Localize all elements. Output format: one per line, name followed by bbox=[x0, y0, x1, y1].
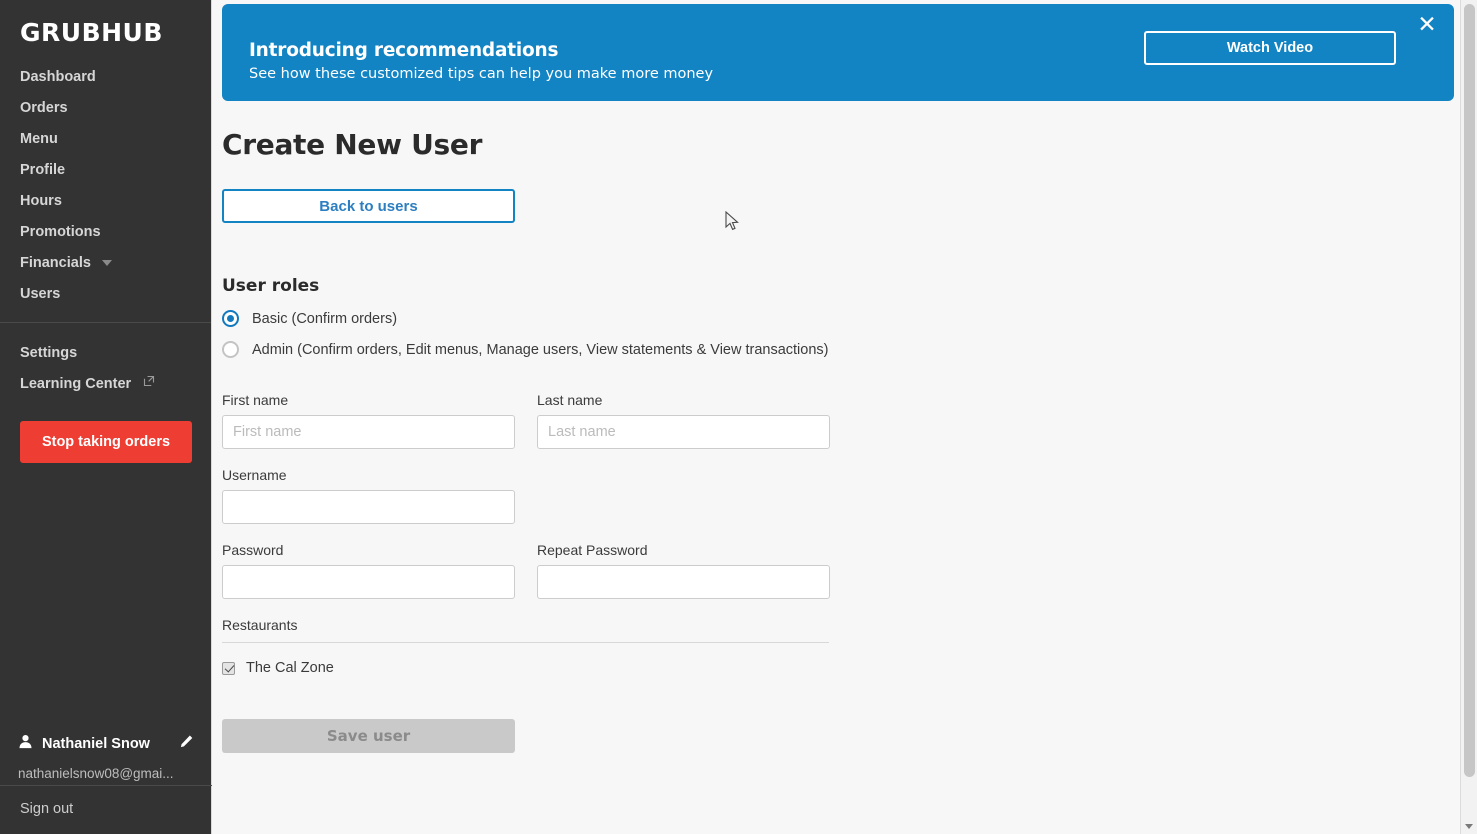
role-option-basic[interactable]: Basic (Confirm orders) bbox=[222, 310, 1452, 327]
create-user-form: Create New User Back to users User roles… bbox=[222, 110, 1452, 753]
username-row: Username bbox=[222, 467, 829, 524]
user-fields: First name Last name Username bbox=[222, 392, 830, 599]
vertical-scrollbar[interactable] bbox=[1460, 0, 1477, 834]
grubhub-logo: GRUBHUB bbox=[20, 18, 163, 47]
password-input[interactable] bbox=[222, 565, 515, 599]
sidebar-item-learning-center[interactable]: Learning Center bbox=[0, 368, 211, 399]
page-title: Create New User bbox=[222, 128, 483, 161]
user-name: Nathaniel Snow bbox=[42, 736, 150, 752]
main-content: Introducing recommendations See how thes… bbox=[213, 0, 1460, 834]
back-to-users-button[interactable]: Back to users bbox=[222, 189, 515, 223]
external-link-icon bbox=[143, 375, 155, 391]
restaurants-divider bbox=[222, 642, 829, 643]
role-label-admin: Admin (Confirm orders, Edit menus, Manag… bbox=[252, 341, 829, 358]
first-name-input[interactable] bbox=[222, 415, 515, 449]
radio-basic[interactable] bbox=[222, 310, 239, 327]
sidebar-primary-nav: Dashboard Orders Menu Profile Hours Prom… bbox=[0, 61, 211, 309]
sidebar-divider bbox=[0, 322, 211, 323]
radio-admin[interactable] bbox=[222, 341, 239, 358]
sidebar-item-label: Profile bbox=[20, 161, 66, 178]
sidebar-secondary-nav: Settings Learning Center bbox=[0, 337, 211, 399]
recommendations-banner: Introducing recommendations See how thes… bbox=[222, 4, 1454, 101]
sidebar-item-profile[interactable]: Profile bbox=[0, 154, 211, 185]
sign-out-link[interactable]: Sign out bbox=[20, 801, 73, 817]
signout-container: Sign out bbox=[0, 785, 212, 834]
password-label: Password bbox=[222, 542, 284, 558]
sidebar-user-block: Nathaniel Snow nathanielsnow08@gmai... bbox=[0, 734, 212, 781]
restaurant-label: The Cal Zone bbox=[246, 660, 334, 676]
sidebar-item-users[interactable]: Users bbox=[0, 278, 211, 309]
restaurant-checkbox-row[interactable]: The Cal Zone bbox=[222, 660, 1452, 676]
banner-title: Introducing recommendations bbox=[249, 40, 559, 61]
sidebar-item-label: Promotions bbox=[20, 223, 101, 240]
sidebar-item-hours[interactable]: Hours bbox=[0, 185, 211, 216]
sidebar-item-financials[interactable]: Financials bbox=[0, 247, 211, 278]
password-row: Password Repeat Password bbox=[222, 542, 830, 599]
repeat-password-field-group: Repeat Password bbox=[537, 542, 830, 599]
user-roles-heading: User roles bbox=[222, 276, 320, 296]
sidebar-item-dashboard[interactable]: Dashboard bbox=[0, 61, 211, 92]
sidebar-item-menu[interactable]: Menu bbox=[0, 123, 211, 154]
scroll-down-icon[interactable] bbox=[1465, 824, 1473, 829]
user-email: nathanielsnow08@gmai... bbox=[18, 766, 174, 781]
username-label: Username bbox=[222, 467, 287, 483]
sidebar-item-settings[interactable]: Settings bbox=[0, 337, 211, 368]
last-name-field-group: Last name bbox=[537, 392, 830, 449]
restaurants-label: Restaurants bbox=[222, 617, 298, 633]
role-label-basic: Basic (Confirm orders) bbox=[252, 310, 398, 327]
sidebar-item-label: Dashboard bbox=[20, 68, 96, 85]
save-user-button[interactable]: Save user bbox=[222, 719, 515, 753]
repeat-password-label: Repeat Password bbox=[537, 542, 648, 558]
first-name-label: First name bbox=[222, 392, 289, 408]
role-option-admin[interactable]: Admin (Confirm orders, Edit menus, Manag… bbox=[222, 341, 1452, 358]
close-icon[interactable]: ✕ bbox=[1414, 12, 1440, 38]
repeat-password-input[interactable] bbox=[537, 565, 830, 599]
username-input[interactable] bbox=[222, 490, 515, 524]
last-name-input[interactable] bbox=[537, 415, 830, 449]
watch-video-button[interactable]: Watch Video bbox=[1144, 31, 1396, 65]
user-row[interactable]: Nathaniel Snow bbox=[18, 734, 194, 754]
stop-orders-container: Stop taking orders bbox=[0, 399, 211, 464]
sidebar: GRUBHUB Dashboard Orders Menu Profile Ho… bbox=[0, 0, 212, 834]
first-name-field-group: First name bbox=[222, 392, 515, 449]
banner-subtitle: See how these customized tips can help y… bbox=[249, 66, 714, 82]
pencil-icon[interactable] bbox=[179, 734, 194, 754]
last-name-label: Last name bbox=[537, 392, 603, 408]
sidebar-item-label: Financials bbox=[20, 254, 91, 271]
sidebar-item-label: Menu bbox=[20, 130, 58, 147]
sidebar-item-label: Orders bbox=[20, 99, 68, 116]
sidebar-item-label: Settings bbox=[20, 344, 78, 361]
chevron-down-icon bbox=[101, 259, 112, 266]
password-field-group: Password bbox=[222, 542, 515, 599]
scrollbar-thumb[interactable] bbox=[1464, 4, 1475, 777]
checkbox-the-cal-zone[interactable] bbox=[222, 661, 235, 675]
stop-taking-orders-button[interactable]: Stop taking orders bbox=[20, 421, 192, 464]
name-row: First name Last name bbox=[222, 392, 830, 449]
sidebar-item-label: Learning Center bbox=[20, 375, 132, 392]
sidebar-item-promotions[interactable]: Promotions bbox=[0, 216, 211, 247]
sidebar-item-label: Users bbox=[20, 285, 61, 302]
person-icon bbox=[18, 734, 33, 754]
app-root: GRUBHUB Dashboard Orders Menu Profile Ho… bbox=[0, 0, 1477, 834]
username-field-group: Username bbox=[222, 467, 515, 524]
sidebar-item-orders[interactable]: Orders bbox=[0, 92, 211, 123]
sidebar-item-label: Hours bbox=[20, 192, 62, 209]
